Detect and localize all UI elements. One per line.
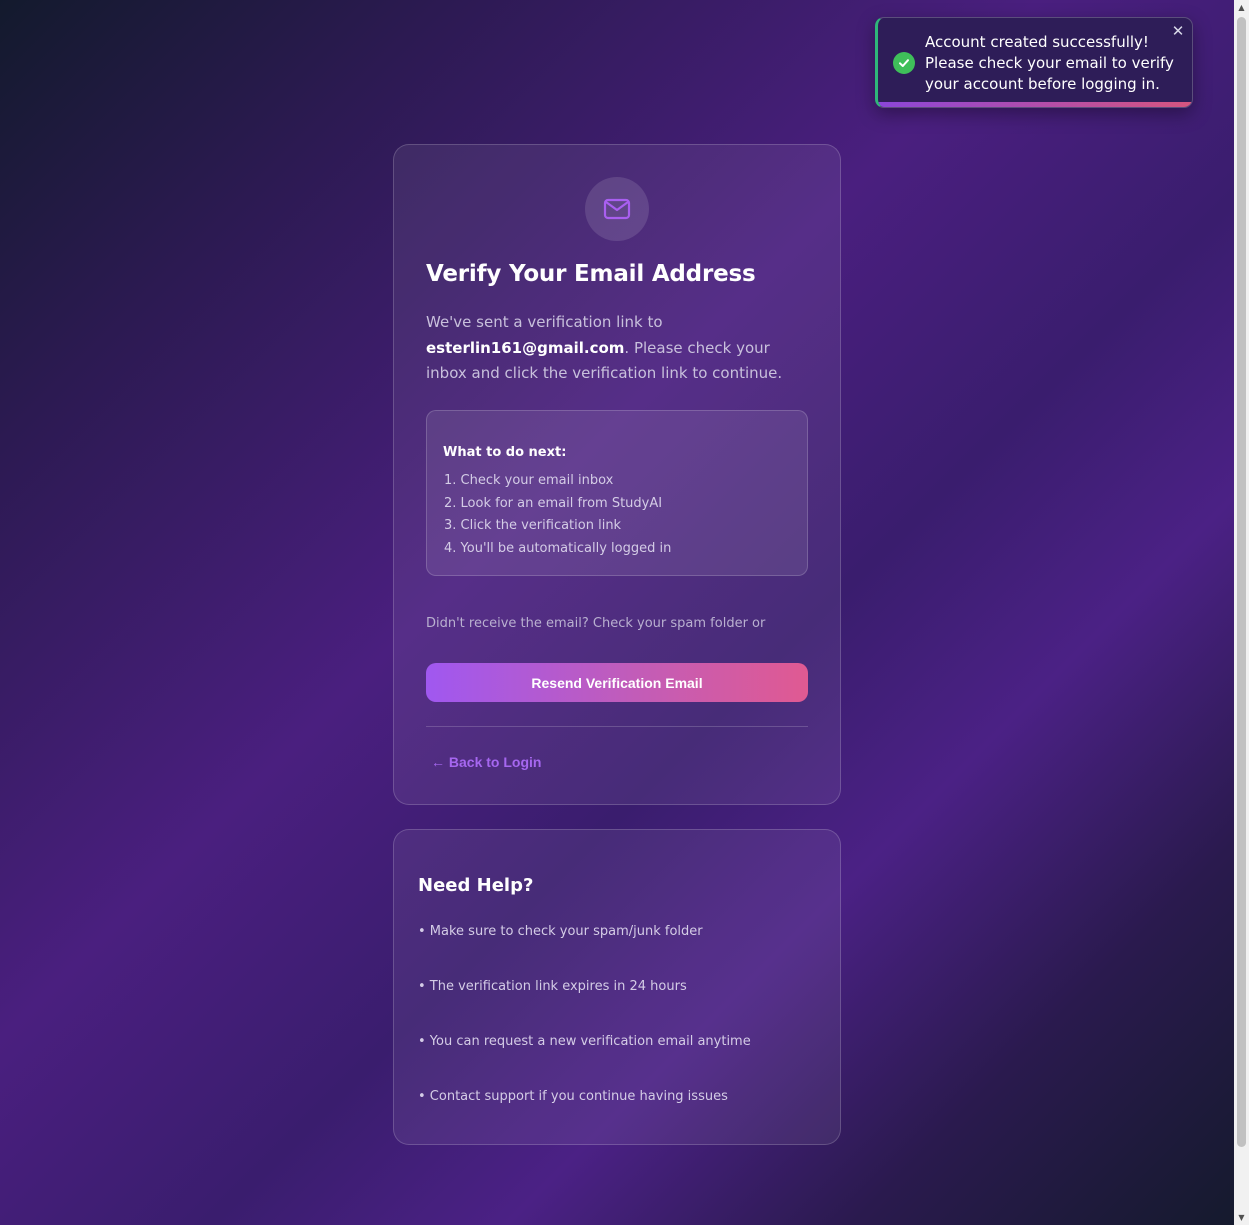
didnt-receive-text: Didn't receive the email? Check your spa… — [426, 616, 766, 631]
help-item: • Make sure to check your spam/junk fold… — [418, 924, 703, 939]
help-item: • The verification link expires in 24 ho… — [418, 979, 687, 994]
toast-message: Account created successfully! Please che… — [925, 33, 1174, 93]
mail-icon — [585, 177, 649, 241]
help-item: • You can request a new verification ema… — [418, 1034, 751, 1049]
back-to-login-link[interactable]: ← Back to Login — [431, 754, 541, 770]
help-item: • Contact support if you continue having… — [418, 1089, 728, 1104]
scrollbar-thumb[interactable] — [1237, 17, 1246, 1147]
close-icon[interactable]: ✕ — [1170, 23, 1186, 39]
check-circle-icon — [893, 52, 915, 74]
scroll-up-arrow-icon[interactable]: ▲ — [1234, 0, 1249, 15]
page-title: Verify Your Email Address — [426, 261, 756, 287]
user-email: esterlin161@gmail.com — [426, 338, 625, 357]
help-card: Need Help? • Make sure to check your spa… — [393, 829, 841, 1145]
next-step-item: 4. You'll be automatically logged in — [444, 540, 672, 556]
help-title: Need Help? — [418, 875, 534, 896]
next-steps-list: 1. Check your email inbox 2. Look for an… — [444, 470, 671, 560]
resend-verification-button[interactable]: Resend Verification Email — [426, 663, 808, 702]
next-steps-title: What to do next: — [443, 445, 567, 460]
desc-before: We've sent a verification link to — [426, 313, 663, 331]
toast-progress-bar — [878, 102, 1192, 107]
verify-email-card: Verify Your Email Address We've sent a v… — [393, 144, 841, 805]
next-step-item: 3. Click the verification link — [444, 518, 622, 533]
vertical-scrollbar[interactable]: ▲ ▼ — [1234, 0, 1249, 1225]
next-steps-box: What to do next: 1. Check your email inb… — [426, 410, 808, 576]
verification-description: We've sent a verification link to esterli… — [426, 310, 811, 387]
scroll-down-arrow-icon[interactable]: ▼ — [1234, 1210, 1249, 1225]
next-step-item: 1. Check your email inbox — [444, 473, 614, 488]
success-toast: Account created successfully! Please che… — [875, 17, 1193, 108]
divider — [426, 726, 808, 727]
next-step-item: 2. Look for an email from StudyAI — [444, 495, 663, 511]
